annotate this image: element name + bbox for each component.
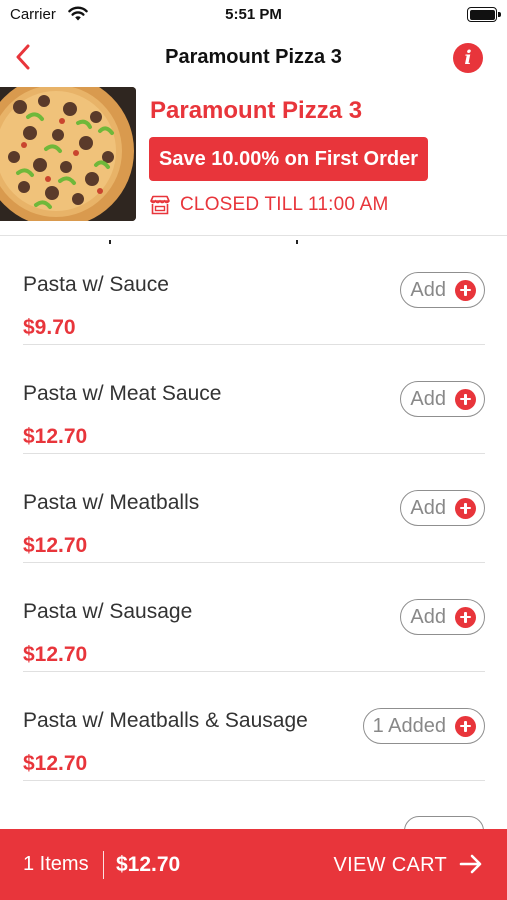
add-button-label: Add: [410, 496, 446, 519]
plus-icon: [455, 279, 476, 301]
add-button[interactable]: Add: [400, 272, 485, 308]
menu-item[interactable]: Pasta w/ Meat Sauce $12.70 Add: [23, 345, 485, 454]
add-button-label: Add: [410, 605, 446, 628]
promo-badge: Save 10.00% on First Order: [149, 137, 429, 181]
item-name: Pasta w/ Sauce: [23, 273, 169, 296]
promo-text: Save 10.00% on First Order: [159, 147, 419, 170]
add-button[interactable]: [404, 816, 484, 829]
plus-icon: [455, 388, 476, 410]
store-name: Paramount Pizza 3: [150, 97, 363, 124]
add-button-label: Add: [410, 278, 446, 301]
add-button-label: 1 Added: [372, 714, 446, 737]
add-button[interactable]: Add: [400, 490, 485, 526]
added-button[interactable]: 1 Added: [362, 708, 485, 744]
view-cart-button[interactable]: VIEW CART: [334, 854, 447, 877]
item-price: $9.70: [23, 316, 76, 339]
status-bar: Carrier 5:51 PM: [0, 0, 507, 30]
store-header: Paramount Pizza 3 Save 10.00% on First O…: [0, 87, 507, 236]
arrow-right-icon: [459, 854, 482, 874]
plus-icon: [455, 497, 476, 519]
menu-item[interactable]: Pasta w/ Sausage $12.70 Add: [23, 563, 485, 672]
cart-total: $12.70: [116, 853, 181, 876]
menu-list[interactable]: Pasta w/ Sauce $9.70 Add Pasta w/ Meat S…: [0, 236, 507, 829]
item-name: Pasta w/ Meatballs & Sausage: [23, 709, 308, 732]
status-time: 5:51 PM: [225, 6, 282, 23]
item-name: Pasta w/ Meatballs: [23, 491, 200, 514]
battery-icon: [467, 7, 501, 22]
store-status-text: CLOSED TILL 11:00 AM: [180, 194, 389, 215]
plus-icon: [455, 606, 476, 628]
plus-icon: [455, 715, 476, 737]
cart-divider: [103, 851, 104, 879]
cart-bar[interactable]: 1 Items $12.70 VIEW CART: [0, 829, 507, 900]
cart-item-count: 1 Items: [23, 853, 89, 875]
info-button[interactable]: i: [453, 43, 483, 73]
item-price: $12.70: [23, 425, 88, 448]
menu-item[interactable]: Pasta w/ Meatballs & Sausage $12.70 1 Ad…: [23, 672, 485, 781]
item-name: Pasta w/ Sausage: [23, 600, 193, 623]
navigation-bar: Paramount Pizza 3 i: [0, 32, 507, 84]
add-button-label: Add: [410, 387, 446, 410]
page-title: Paramount Pizza 3: [165, 46, 342, 68]
item-name: Pasta w/ Meat Sauce: [23, 382, 222, 405]
add-button[interactable]: Add: [400, 599, 485, 635]
store-status: CLOSED TILL 11:00 AM: [149, 194, 389, 216]
menu-item[interactable]: Pasta w/ Meatballs $12.70 Add: [23, 454, 485, 563]
item-price: $12.70: [23, 534, 88, 557]
item-price: $12.70: [23, 752, 88, 775]
add-button[interactable]: Add: [400, 381, 485, 417]
store-icon: [150, 195, 170, 215]
menu-item[interactable]: Pasta w/ Sauce $9.70 Add: [23, 236, 485, 345]
item-price: $12.70: [23, 643, 88, 666]
store-image: [0, 87, 136, 221]
info-icon: i: [464, 47, 472, 69]
